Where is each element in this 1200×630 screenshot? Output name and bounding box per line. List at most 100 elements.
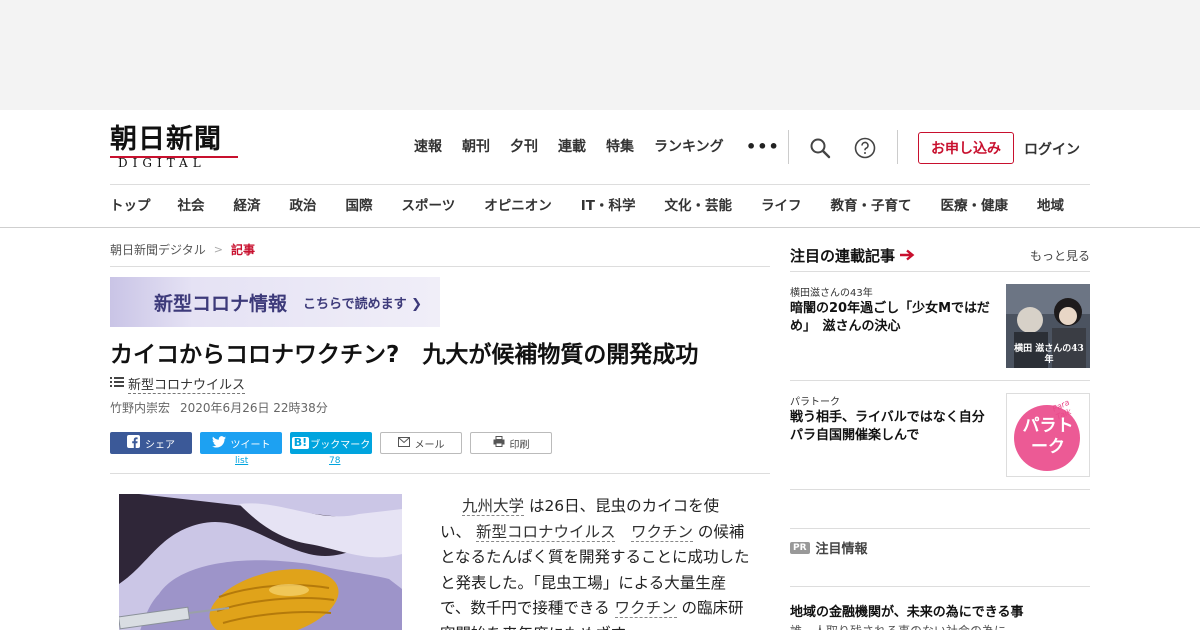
- topic-row: 新型コロナウイルス: [110, 374, 246, 394]
- breadcrumb-current: 記事: [230, 243, 255, 257]
- breadcrumb-home[interactable]: 朝日新聞デジタル: [110, 241, 206, 258]
- arrow-right-icon: [899, 247, 915, 265]
- share-bar: シェア ツイート B! ブックマーク メール 印刷: [110, 432, 552, 454]
- nav-divider: [897, 130, 898, 164]
- category-economy[interactable]: 経済: [234, 197, 261, 215]
- sidebar: 注目の連載記事 もっと見る 横田滋さんの43年 暗闇の20年過ごし「少女Mではだ…: [790, 228, 1090, 630]
- advertisement-area: [0, 0, 1200, 110]
- body-text-2: [615, 523, 631, 541]
- category-culture[interactable]: 文化・芸能: [664, 197, 732, 215]
- mail-share-label: メール: [414, 439, 445, 451]
- pr-badge: PR: [790, 541, 810, 554]
- banner-title: 新型コロナ情報: [154, 292, 288, 315]
- twitter-share-label: ツイート: [230, 439, 271, 451]
- series-kicker: パラトーク: [790, 397, 840, 408]
- category-society[interactable]: 社会: [178, 197, 205, 215]
- banner-cta: こちらで読めます ❯: [303, 296, 423, 312]
- series-headline: 戦う相手、ライバルではなく自分 パラ自国開催楽しんで: [790, 410, 998, 443]
- series-thumb-label: 横田 滋さんの43年: [1014, 344, 1084, 365]
- help-icon[interactable]: [853, 136, 877, 160]
- hatena-count[interactable]: 78: [329, 456, 340, 466]
- header-divider: [110, 184, 1090, 185]
- twitter-count[interactable]: list: [235, 456, 248, 466]
- twitter-icon: [211, 435, 226, 451]
- link-new-coronavirus[interactable]: 新型コロナウイルス: [475, 522, 616, 542]
- breadcrumb-separator: >: [213, 243, 223, 256]
- logo-underline: [110, 156, 238, 158]
- link-vaccine-2[interactable]: ワクチン: [614, 599, 677, 618]
- category-international[interactable]: 国際: [346, 197, 373, 215]
- topnav-rensai[interactable]: 連載: [558, 138, 586, 156]
- print-button[interactable]: 印刷: [470, 432, 552, 454]
- site-header: 朝日新聞 DIGITAL 速報 朝刊 夕刊 連載 特集 ランキング ••• お申…: [0, 110, 1200, 228]
- category-life[interactable]: ライフ: [761, 197, 802, 215]
- article-body: 九州大学 は26日、昆虫のカイコを使い、 新型コロナウイルス ワクチン の候補と…: [440, 494, 750, 630]
- series-thumb-label: パラトーク: [1022, 416, 1074, 457]
- topnav-yukan[interactable]: 夕刊: [510, 138, 538, 156]
- category-politics[interactable]: 政治: [290, 197, 317, 215]
- pr-title: 注目情報: [815, 542, 868, 557]
- series-thumbnail: 横田 滋さんの43年: [1006, 284, 1090, 368]
- print-label: 印刷: [509, 439, 530, 451]
- topic-link[interactable]: 新型コロナウイルス: [128, 374, 246, 394]
- top-nav: 速報 朝刊 夕刊 連載 特集 ランキング: [414, 138, 744, 156]
- topnav-tokushu[interactable]: 特集: [606, 138, 634, 156]
- facebook-share-label: シェア: [145, 439, 175, 451]
- link-vaccine[interactable]: ワクチン: [630, 522, 693, 542]
- category-it-science[interactable]: IT・科学: [581, 197, 636, 215]
- pr-article-title[interactable]: 地域の金融機関が、未来の為にできる事: [790, 601, 1023, 620]
- breadcrumb-divider: [110, 266, 770, 267]
- sidebar-divider: [790, 271, 1090, 272]
- category-opinion[interactable]: オピニオン: [484, 197, 552, 215]
- signup-button[interactable]: お申し込み: [918, 132, 1014, 164]
- nav-divider: [788, 130, 789, 164]
- sidebar-divider: [790, 489, 1090, 490]
- logo-main-text: 朝日新聞: [110, 124, 222, 155]
- topnav-ranking[interactable]: ランキング: [654, 138, 724, 156]
- series-item-paratalk[interactable]: パラトーク 戦う相手、ライバルではなく自分 パラ自国開催楽しんで Para Ta…: [790, 393, 1090, 477]
- search-icon[interactable]: [808, 136, 832, 160]
- see-more-link[interactable]: もっと見る: [1030, 247, 1090, 264]
- hatena-icon: B!: [291, 436, 310, 449]
- series-kicker: 横田滋さんの43年: [790, 288, 873, 299]
- article-photo[interactable]: [119, 494, 402, 630]
- twitter-share-button[interactable]: ツイート: [200, 432, 282, 454]
- byline: 竹野内崇宏 2020年6月26日 22時38分: [110, 399, 328, 416]
- topnav-sokuho[interactable]: 速報: [414, 138, 442, 156]
- mail-icon: [397, 436, 410, 450]
- share-divider: [110, 473, 770, 474]
- category-top[interactable]: トップ: [110, 197, 151, 215]
- featured-series-title-text: 注目の連載記事: [790, 247, 896, 265]
- hatena-bookmark-button[interactable]: B! ブックマーク: [290, 432, 372, 454]
- breadcrumb: 朝日新聞デジタル > 記事: [110, 241, 255, 258]
- article-main: 朝日新聞デジタル > 記事 新型コロナ情報 こちらで読めます ❯ カイコからコロ…: [110, 228, 770, 630]
- facebook-share-button[interactable]: シェア: [110, 432, 192, 454]
- hatena-bookmark-label: ブックマーク: [310, 439, 371, 451]
- featured-series-header: 注目の連載記事 もっと見る: [790, 245, 1090, 266]
- pr-article-subtitle: 誰一人取り残される事のない社会の為に: [790, 622, 1006, 630]
- sidebar-divider: [790, 380, 1090, 381]
- series-item-yokota[interactable]: 横田滋さんの43年 暗闇の20年過ごし「少女Mではだめ」 滋さんの決心 横田 滋…: [790, 284, 1090, 368]
- more-menu-icon[interactable]: •••: [746, 138, 780, 156]
- print-icon: [493, 436, 505, 450]
- corona-info-banner[interactable]: 新型コロナ情報 こちらで読めます ❯: [110, 277, 440, 327]
- sidebar-divider: [790, 528, 1090, 529]
- category-education[interactable]: 教育・子育て: [830, 197, 911, 215]
- category-region[interactable]: 地域: [1037, 197, 1064, 215]
- site-logo[interactable]: 朝日新聞 DIGITAL: [110, 126, 242, 172]
- sidebar-divider: [790, 586, 1090, 587]
- author-name[interactable]: 竹野内崇宏: [110, 399, 170, 416]
- topnav-chokan[interactable]: 朝刊: [462, 138, 490, 156]
- series-headline: 暗闇の20年過ごし「少女Mではだめ」 滋さんの決心: [790, 301, 990, 334]
- list-icon: [110, 376, 124, 392]
- pr-section-header: PR 注目情報: [790, 538, 868, 557]
- featured-series-title[interactable]: 注目の連載記事: [790, 245, 915, 266]
- login-link[interactable]: ログイン: [1024, 139, 1080, 159]
- publish-datetime: 2020年6月26日 22時38分: [180, 401, 328, 415]
- category-sports[interactable]: スポーツ: [402, 197, 456, 215]
- link-kyushu-university[interactable]: 九州大学: [462, 497, 525, 516]
- mail-share-button[interactable]: メール: [380, 432, 462, 454]
- category-health[interactable]: 医療・健康: [940, 197, 1008, 215]
- facebook-icon: [127, 435, 140, 451]
- series-thumbnail: Para Talk パラトーク: [1006, 393, 1090, 477]
